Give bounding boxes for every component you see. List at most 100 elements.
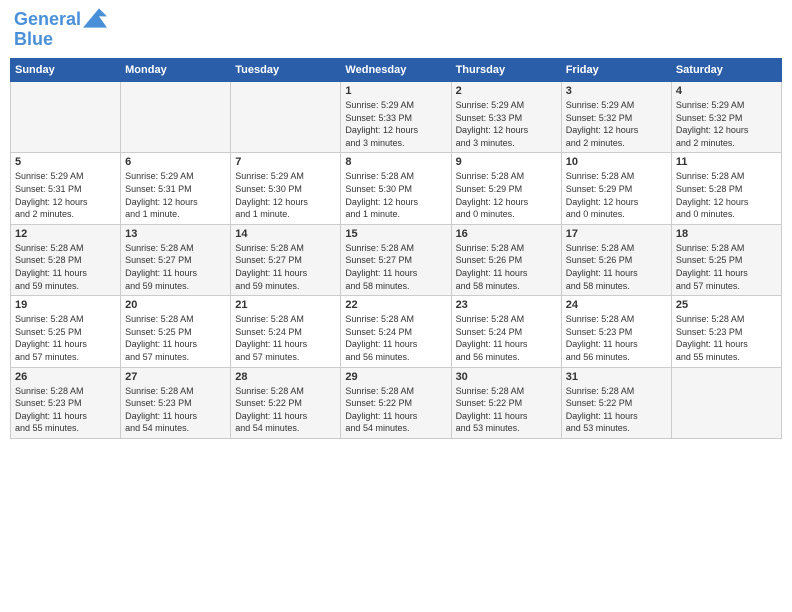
day-info: Sunrise: 5:28 AM Sunset: 5:22 PM Dayligh… bbox=[566, 385, 667, 435]
calendar-cell bbox=[11, 82, 121, 153]
day-number: 7 bbox=[235, 156, 336, 168]
day-number: 11 bbox=[676, 156, 777, 168]
weekday-header: Tuesday bbox=[231, 59, 341, 82]
page: General Blue SundayMondayTuesdayWednesda… bbox=[0, 0, 792, 612]
calendar-cell: 21 Sunrise: 5:28 AM Sunset: 5:24 PM Dayli… bbox=[231, 296, 341, 367]
day-info: Sunrise: 5:28 AM Sunset: 5:25 PM Dayligh… bbox=[125, 313, 226, 363]
day-number: 4 bbox=[676, 85, 777, 97]
day-info: Sunrise: 5:29 AM Sunset: 5:33 PM Dayligh… bbox=[345, 99, 446, 149]
calendar-week-row: 26 Sunrise: 5:28 AM Sunset: 5:23 PM Dayli… bbox=[11, 367, 782, 438]
calendar-cell: 1 Sunrise: 5:29 AM Sunset: 5:33 PM Daylig… bbox=[341, 82, 451, 153]
calendar-cell: 29 Sunrise: 5:28 AM Sunset: 5:22 PM Dayli… bbox=[341, 367, 451, 438]
day-info: Sunrise: 5:28 AM Sunset: 5:27 PM Dayligh… bbox=[125, 242, 226, 292]
day-info: Sunrise: 5:28 AM Sunset: 5:26 PM Dayligh… bbox=[456, 242, 557, 292]
calendar-cell: 20 Sunrise: 5:28 AM Sunset: 5:25 PM Dayli… bbox=[121, 296, 231, 367]
weekday-header: Thursday bbox=[451, 59, 561, 82]
logo: General Blue bbox=[14, 10, 107, 50]
calendar-cell bbox=[231, 82, 341, 153]
weekday-header: Wednesday bbox=[341, 59, 451, 82]
day-number: 16 bbox=[456, 228, 557, 240]
day-number: 22 bbox=[345, 299, 446, 311]
day-info: Sunrise: 5:28 AM Sunset: 5:26 PM Dayligh… bbox=[566, 242, 667, 292]
calendar-cell: 4 Sunrise: 5:29 AM Sunset: 5:32 PM Daylig… bbox=[671, 82, 781, 153]
calendar-cell: 11 Sunrise: 5:28 AM Sunset: 5:28 PM Dayli… bbox=[671, 153, 781, 224]
day-info: Sunrise: 5:28 AM Sunset: 5:25 PM Dayligh… bbox=[15, 313, 116, 363]
day-info: Sunrise: 5:28 AM Sunset: 5:28 PM Dayligh… bbox=[15, 242, 116, 292]
day-info: Sunrise: 5:28 AM Sunset: 5:22 PM Dayligh… bbox=[345, 385, 446, 435]
calendar-cell: 2Sunrise: 5:29 AM Sunset: 5:33 PM Daylig… bbox=[451, 82, 561, 153]
calendar-week-row: 12 Sunrise: 5:28 AM Sunset: 5:28 PM Dayli… bbox=[11, 224, 782, 295]
calendar-cell: 30 Sunrise: 5:28 AM Sunset: 5:22 PM Dayli… bbox=[451, 367, 561, 438]
day-number: 10 bbox=[566, 156, 667, 168]
day-number: 13 bbox=[125, 228, 226, 240]
header: General Blue bbox=[10, 10, 782, 50]
calendar-cell bbox=[671, 367, 781, 438]
day-info: Sunrise: 5:28 AM Sunset: 5:23 PM Dayligh… bbox=[125, 385, 226, 435]
calendar-cell: 26 Sunrise: 5:28 AM Sunset: 5:23 PM Dayli… bbox=[11, 367, 121, 438]
day-number: 23 bbox=[456, 299, 557, 311]
day-number: 21 bbox=[235, 299, 336, 311]
logo-blue: Blue bbox=[14, 29, 53, 49]
calendar-cell: 16 Sunrise: 5:28 AM Sunset: 5:26 PM Dayli… bbox=[451, 224, 561, 295]
day-number: 27 bbox=[125, 371, 226, 383]
calendar-cell: 31Sunrise: 5:28 AM Sunset: 5:22 PM Dayli… bbox=[561, 367, 671, 438]
calendar-cell: 22 Sunrise: 5:28 AM Sunset: 5:24 PM Dayli… bbox=[341, 296, 451, 367]
day-number: 30 bbox=[456, 371, 557, 383]
day-number: 17 bbox=[566, 228, 667, 240]
day-info: Sunrise: 5:28 AM Sunset: 5:28 PM Dayligh… bbox=[676, 170, 777, 220]
day-info: Sunrise: 5:28 AM Sunset: 5:25 PM Dayligh… bbox=[676, 242, 777, 292]
day-number: 2 bbox=[456, 85, 557, 97]
calendar-week-row: 19 Sunrise: 5:28 AM Sunset: 5:25 PM Dayli… bbox=[11, 296, 782, 367]
logo-text: General bbox=[14, 10, 81, 30]
calendar-cell: 19 Sunrise: 5:28 AM Sunset: 5:25 PM Dayli… bbox=[11, 296, 121, 367]
day-info: Sunrise: 5:28 AM Sunset: 5:27 PM Dayligh… bbox=[235, 242, 336, 292]
day-info: Sunrise: 5:29 AM Sunset: 5:31 PM Dayligh… bbox=[15, 170, 116, 220]
day-info: Sunrise: 5:28 AM Sunset: 5:23 PM Dayligh… bbox=[676, 313, 777, 363]
day-number: 1 bbox=[345, 85, 446, 97]
weekday-header: Friday bbox=[561, 59, 671, 82]
calendar-cell: 12 Sunrise: 5:28 AM Sunset: 5:28 PM Dayli… bbox=[11, 224, 121, 295]
day-number: 14 bbox=[235, 228, 336, 240]
calendar-week-row: 1 Sunrise: 5:29 AM Sunset: 5:33 PM Daylig… bbox=[11, 82, 782, 153]
day-number: 26 bbox=[15, 371, 116, 383]
calendar-cell: 6Sunrise: 5:29 AM Sunset: 5:31 PM Daylig… bbox=[121, 153, 231, 224]
calendar-cell: 3Sunrise: 5:29 AM Sunset: 5:32 PM Daylig… bbox=[561, 82, 671, 153]
day-info: Sunrise: 5:28 AM Sunset: 5:22 PM Dayligh… bbox=[235, 385, 336, 435]
calendar-cell: 23Sunrise: 5:28 AM Sunset: 5:24 PM Dayli… bbox=[451, 296, 561, 367]
day-info: Sunrise: 5:28 AM Sunset: 5:29 PM Dayligh… bbox=[456, 170, 557, 220]
day-number: 9 bbox=[456, 156, 557, 168]
weekday-header: Saturday bbox=[671, 59, 781, 82]
calendar-week-row: 5 Sunrise: 5:29 AM Sunset: 5:31 PM Daylig… bbox=[11, 153, 782, 224]
calendar-cell: 10 Sunrise: 5:28 AM Sunset: 5:29 PM Dayli… bbox=[561, 153, 671, 224]
calendar-cell: 24Sunrise: 5:28 AM Sunset: 5:23 PM Dayli… bbox=[561, 296, 671, 367]
calendar-cell: 28Sunrise: 5:28 AM Sunset: 5:22 PM Dayli… bbox=[231, 367, 341, 438]
day-number: 20 bbox=[125, 299, 226, 311]
day-number: 29 bbox=[345, 371, 446, 383]
day-number: 8 bbox=[345, 156, 446, 168]
day-info: Sunrise: 5:29 AM Sunset: 5:32 PM Dayligh… bbox=[676, 99, 777, 149]
calendar-cell: 13 Sunrise: 5:28 AM Sunset: 5:27 PM Dayli… bbox=[121, 224, 231, 295]
weekday-header: Monday bbox=[121, 59, 231, 82]
day-number: 19 bbox=[15, 299, 116, 311]
day-info: Sunrise: 5:28 AM Sunset: 5:29 PM Dayligh… bbox=[566, 170, 667, 220]
day-number: 6 bbox=[125, 156, 226, 168]
day-info: Sunrise: 5:28 AM Sunset: 5:24 PM Dayligh… bbox=[345, 313, 446, 363]
logo-icon bbox=[83, 8, 107, 28]
calendar-cell: 9 Sunrise: 5:28 AM Sunset: 5:29 PM Daylig… bbox=[451, 153, 561, 224]
day-info: Sunrise: 5:28 AM Sunset: 5:24 PM Dayligh… bbox=[235, 313, 336, 363]
calendar-cell: 14 Sunrise: 5:28 AM Sunset: 5:27 PM Dayli… bbox=[231, 224, 341, 295]
day-info: Sunrise: 5:28 AM Sunset: 5:30 PM Dayligh… bbox=[345, 170, 446, 220]
calendar-cell: 25Sunrise: 5:28 AM Sunset: 5:23 PM Dayli… bbox=[671, 296, 781, 367]
day-info: Sunrise: 5:28 AM Sunset: 5:23 PM Dayligh… bbox=[15, 385, 116, 435]
day-info: Sunrise: 5:28 AM Sunset: 5:22 PM Dayligh… bbox=[456, 385, 557, 435]
day-number: 5 bbox=[15, 156, 116, 168]
day-info: Sunrise: 5:29 AM Sunset: 5:32 PM Dayligh… bbox=[566, 99, 667, 149]
day-number: 12 bbox=[15, 228, 116, 240]
calendar-cell: 8 Sunrise: 5:28 AM Sunset: 5:30 PM Daylig… bbox=[341, 153, 451, 224]
calendar-table: SundayMondayTuesdayWednesdayThursdayFrid… bbox=[10, 58, 782, 439]
calendar-cell: 7Sunrise: 5:29 AM Sunset: 5:30 PM Daylig… bbox=[231, 153, 341, 224]
calendar-cell: 17 Sunrise: 5:28 AM Sunset: 5:26 PM Dayli… bbox=[561, 224, 671, 295]
logo-general: General bbox=[14, 9, 81, 29]
day-number: 24 bbox=[566, 299, 667, 311]
calendar-cell: 5 Sunrise: 5:29 AM Sunset: 5:31 PM Daylig… bbox=[11, 153, 121, 224]
